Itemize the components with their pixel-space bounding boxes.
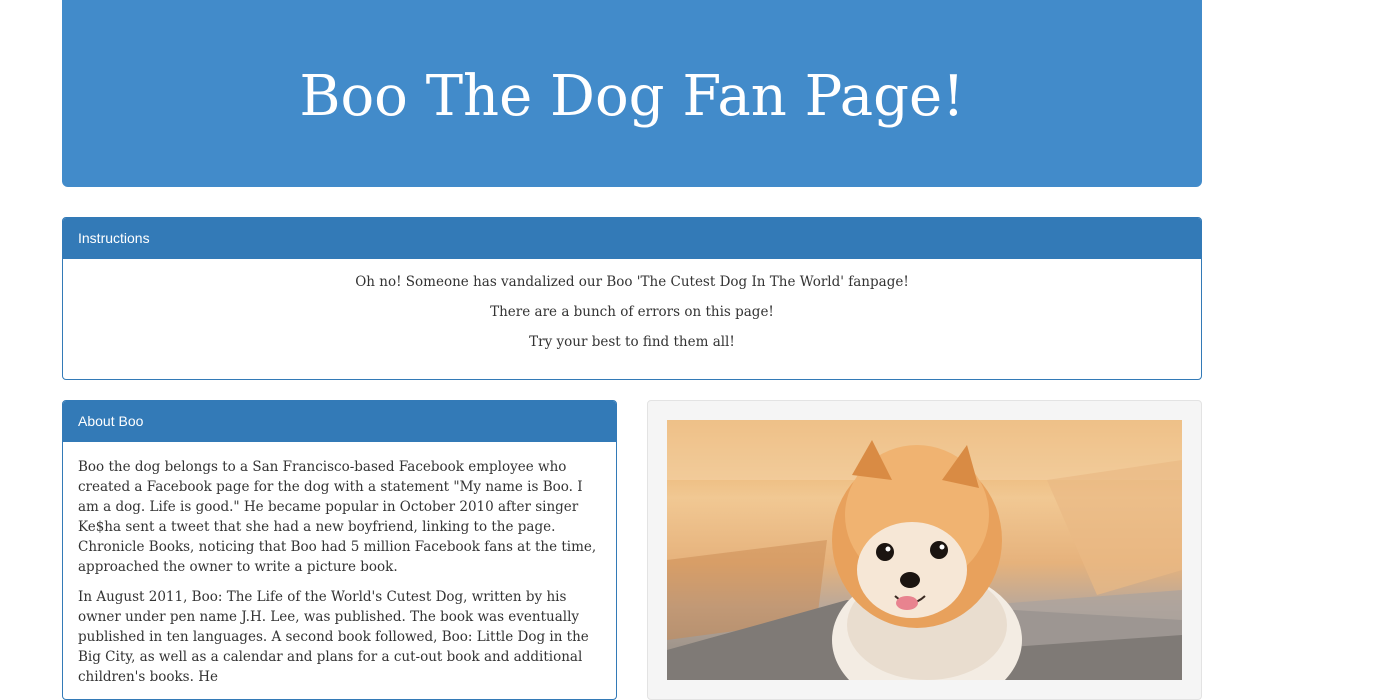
about-body: Boo the dog belongs to a San Francisco-b… <box>63 442 616 699</box>
instruction-line: Try your best to find them all! <box>529 334 735 350</box>
dog-photo <box>667 420 1182 680</box>
photo-well <box>647 400 1202 700</box>
instruction-line: Oh no! Someone has vandalized our Boo 'T… <box>355 274 909 290</box>
page-title: Boo The Dog Fan Page! <box>299 64 965 129</box>
about-heading: About Boo <box>63 401 616 442</box>
instructions-heading: Instructions <box>63 218 1201 259</box>
instruction-line: There are a bunch of errors on this page… <box>490 304 774 320</box>
instructions-body: Oh no! Someone has vandalized our Boo 'T… <box>63 259 1201 352</box>
about-paragraph: In August 2011, Boo: The Life of the Wor… <box>78 589 589 685</box>
instructions-panel: Instructions Oh no! Someone has vandaliz… <box>62 217 1202 380</box>
page-container: Boo The Dog Fan Page! Instructions Oh no… <box>62 0 1202 700</box>
about-paragraph: Boo the dog belongs to a San Francisco-b… <box>78 459 597 575</box>
about-panel: About Boo Boo the dog belongs to a San F… <box>62 400 617 700</box>
header-banner: Boo The Dog Fan Page! <box>62 0 1202 187</box>
pomeranian-dog-image <box>667 420 1182 680</box>
